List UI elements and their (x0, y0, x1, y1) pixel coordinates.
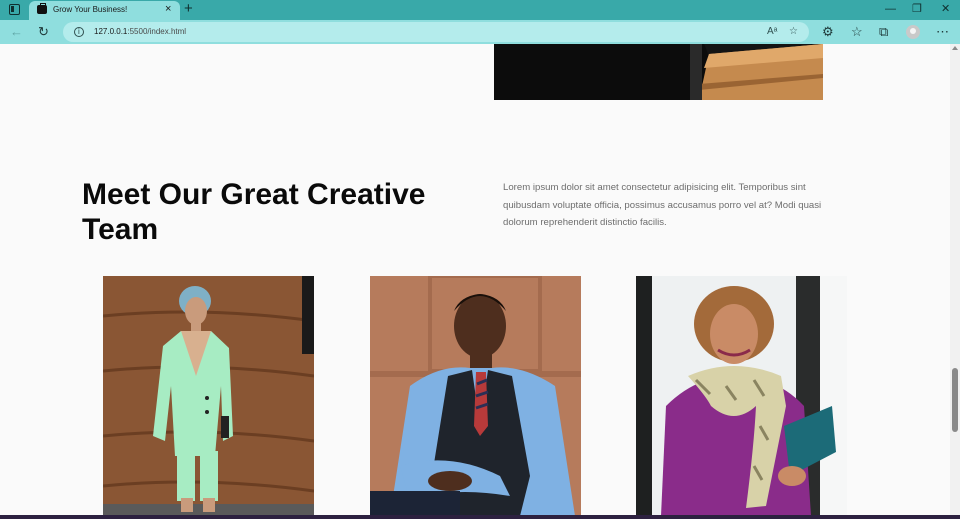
team-member-3-photo (636, 276, 847, 515)
collections-icon[interactable]: ⧉ (879, 24, 888, 39)
window-menu-icon[interactable] (9, 4, 20, 15)
info-icon[interactable] (74, 27, 84, 37)
minimize-icon[interactable]: — (885, 2, 896, 16)
restore-icon[interactable]: ❐ (912, 2, 922, 16)
profile-avatar[interactable] (906, 25, 920, 39)
scroll-up-icon[interactable] (952, 46, 958, 50)
team-member-2-photo (370, 276, 581, 515)
tab-title: Grow Your Business! (53, 5, 128, 14)
new-tab-icon[interactable]: + (184, 1, 193, 17)
browser-tab[interactable]: Grow Your Business! × (29, 1, 180, 20)
close-tab-icon[interactable]: × (165, 4, 171, 15)
read-aloud-icon[interactable]: Aᵃ (767, 25, 777, 38)
url-text[interactable]: 127.0.0.1:5500/index.html (94, 27, 186, 36)
team-member-1-photo (103, 276, 314, 515)
section-intro: Lorem ipsum dolor sit amet consectetur a… (503, 182, 822, 228)
browser-titlebar: Grow Your Business! × + — ❐ ✕ (0, 0, 960, 20)
page-viewport: Meet Our Great Creative Team Lorem ipsum… (0, 44, 950, 515)
favorites-icon[interactable]: ☆ (851, 24, 863, 39)
more-icon[interactable]: ⋯ (936, 24, 949, 39)
hero-image (494, 44, 823, 100)
briefcase-icon (37, 3, 47, 14)
extensions-icon[interactable]: ⚙ (822, 24, 834, 39)
address-bar[interactable]: 127.0.0.1:5500/index.html Aᵃ ☆ (63, 22, 809, 42)
close-window-icon[interactable]: ✕ (941, 2, 950, 16)
taskbar-edge (0, 515, 960, 519)
add-favorite-icon[interactable]: ☆ (789, 25, 798, 38)
back-icon[interactable]: ← (10, 24, 23, 39)
section-heading: Meet Our Great Creative Team (82, 178, 426, 246)
scroll-thumb[interactable] (952, 368, 958, 432)
reload-icon[interactable]: ↻ (38, 24, 49, 39)
vertical-scrollbar[interactable] (950, 44, 960, 515)
